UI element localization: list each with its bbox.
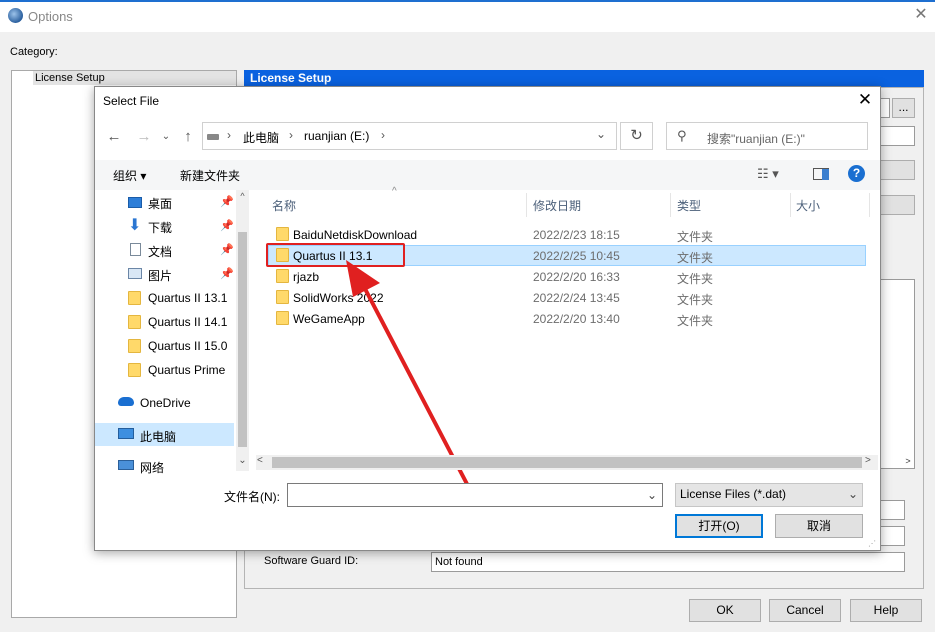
file-type-value: License Files (*.dat) [680, 487, 787, 501]
resize-grip-icon[interactable]: ⋰ [868, 539, 876, 548]
scroll-left-arrow-icon[interactable]: < [257, 455, 269, 469]
open-button[interactable]: 打开(O) [675, 514, 763, 538]
hscroll-thumb[interactable] [272, 457, 862, 468]
dialog-cancel-button[interactable]: 取消 [775, 514, 863, 538]
filename-input[interactable] [287, 483, 663, 507]
file-type-select[interactable]: License Files (*.dat) ⌄ [675, 483, 863, 507]
filename-dropdown-icon[interactable]: ⌄ [647, 488, 657, 502]
filename-label: 文件名(N): [224, 490, 280, 504]
select-chevron-icon: ⌄ [848, 487, 859, 501]
scroll-right-arrow-icon[interactable]: > [865, 455, 877, 469]
